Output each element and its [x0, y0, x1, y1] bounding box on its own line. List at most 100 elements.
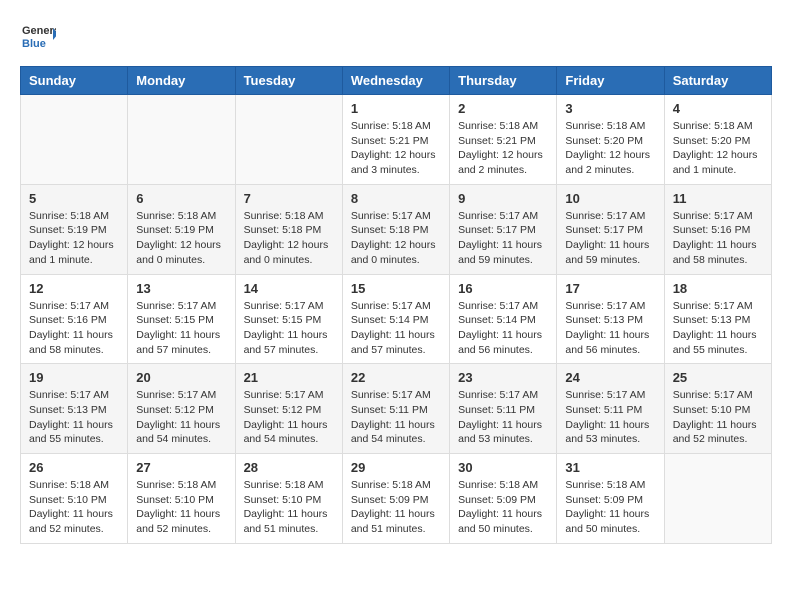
day-number: 20 — [136, 370, 226, 385]
day-info: Sunrise: 5:18 AMSunset: 5:09 PMDaylight:… — [351, 478, 441, 537]
calendar-header-row: SundayMondayTuesdayWednesdayThursdayFrid… — [21, 67, 772, 95]
calendar-cell: 24Sunrise: 5:17 AMSunset: 5:11 PMDayligh… — [557, 364, 664, 454]
calendar-cell: 13Sunrise: 5:17 AMSunset: 5:15 PMDayligh… — [128, 274, 235, 364]
day-info: Sunrise: 5:18 AMSunset: 5:10 PMDaylight:… — [136, 478, 226, 537]
day-info: Sunrise: 5:17 AMSunset: 5:18 PMDaylight:… — [351, 209, 441, 268]
day-info: Sunrise: 5:17 AMSunset: 5:17 PMDaylight:… — [565, 209, 655, 268]
day-number: 16 — [458, 281, 548, 296]
day-number: 1 — [351, 101, 441, 116]
calendar-cell: 12Sunrise: 5:17 AMSunset: 5:16 PMDayligh… — [21, 274, 128, 364]
day-header-tuesday: Tuesday — [235, 67, 342, 95]
calendar-cell: 14 Sunrise: 5:17 AMSunset: 5:15 PMDayligh… — [235, 274, 342, 364]
day-info: Sunrise: 5:17 AMSunset: 5:15 PMDaylight:… — [244, 299, 334, 358]
day-number: 4 — [673, 101, 763, 116]
day-number: 29 — [351, 460, 441, 475]
calendar-cell: 23 Sunrise: 5:17 AMSunset: 5:11 PMDayligh… — [450, 364, 557, 454]
calendar-cell: 4 Sunrise: 5:18 AMSunset: 5:20 PMDaylight… — [664, 95, 771, 185]
day-number: 23 — [458, 370, 548, 385]
day-info: Sunrise: 5:17 AMSunset: 5:12 PMDaylight:… — [136, 388, 226, 447]
day-info: Sunrise: 5:17 AMSunset: 5:11 PMDaylight:… — [458, 388, 548, 447]
day-header-saturday: Saturday — [664, 67, 771, 95]
calendar-week-row: 26 Sunrise: 5:18 AMSunset: 5:10 PMDayligh… — [21, 454, 772, 544]
day-info: Sunrise: 5:18 AMSunset: 5:21 PMDaylight:… — [458, 119, 548, 178]
calendar-cell: 6Sunrise: 5:18 AMSunset: 5:19 PMDaylight… — [128, 184, 235, 274]
calendar-cell: 19Sunrise: 5:17 AMSunset: 5:13 PMDayligh… — [21, 364, 128, 454]
day-info: Sunrise: 5:17 AMSunset: 5:14 PMDaylight:… — [351, 299, 441, 358]
day-number: 8 — [351, 191, 441, 206]
calendar-cell: 28 Sunrise: 5:18 AMSunset: 5:10 PMDayligh… — [235, 454, 342, 544]
calendar-week-row: 12Sunrise: 5:17 AMSunset: 5:16 PMDayligh… — [21, 274, 772, 364]
header: General Blue — [20, 20, 772, 56]
calendar-cell: 29 Sunrise: 5:18 AMSunset: 5:09 PMDayligh… — [342, 454, 449, 544]
calendar-cell: 30Sunrise: 5:18 AMSunset: 5:09 PMDayligh… — [450, 454, 557, 544]
calendar-cell: 20 Sunrise: 5:17 AMSunset: 5:12 PMDayligh… — [128, 364, 235, 454]
day-info: Sunrise: 5:17 AMSunset: 5:11 PMDaylight:… — [351, 388, 441, 447]
logo-svg: General Blue — [20, 20, 56, 56]
day-info: Sunrise: 5:17 AMSunset: 5:10 PMDaylight:… — [673, 388, 763, 447]
logo: General Blue — [20, 20, 56, 56]
day-header-sunday: Sunday — [21, 67, 128, 95]
day-info: Sunrise: 5:18 AMSunset: 5:21 PMDaylight:… — [351, 119, 441, 178]
day-number: 15 — [351, 281, 441, 296]
calendar-cell: 1 Sunrise: 5:18 AMSunset: 5:21 PMDaylight… — [342, 95, 449, 185]
calendar-week-row: 19Sunrise: 5:17 AMSunset: 5:13 PMDayligh… — [21, 364, 772, 454]
calendar-cell: 25 Sunrise: 5:17 AMSunset: 5:10 PMDayligh… — [664, 364, 771, 454]
calendar-cell: 8 Sunrise: 5:17 AMSunset: 5:18 PMDaylight… — [342, 184, 449, 274]
day-info: Sunrise: 5:18 AMSunset: 5:10 PMDaylight:… — [244, 478, 334, 537]
day-header-thursday: Thursday — [450, 67, 557, 95]
calendar-cell: 10 Sunrise: 5:17 AMSunset: 5:17 PMDayligh… — [557, 184, 664, 274]
calendar-cell: 21Sunrise: 5:17 AMSunset: 5:12 PMDayligh… — [235, 364, 342, 454]
day-number: 10 — [565, 191, 655, 206]
day-info: Sunrise: 5:18 AMSunset: 5:19 PMDaylight:… — [29, 209, 119, 268]
calendar-cell: 18 Sunrise: 5:17 AMSunset: 5:13 PMDayligh… — [664, 274, 771, 364]
day-number: 3 — [565, 101, 655, 116]
calendar-cell: 7 Sunrise: 5:18 AMSunset: 5:18 PMDaylight… — [235, 184, 342, 274]
day-number: 9 — [458, 191, 548, 206]
day-number: 18 — [673, 281, 763, 296]
calendar-cell — [128, 95, 235, 185]
calendar-cell: 16 Sunrise: 5:17 AMSunset: 5:14 PMDayligh… — [450, 274, 557, 364]
calendar-cell: 15 Sunrise: 5:17 AMSunset: 5:14 PMDayligh… — [342, 274, 449, 364]
day-info: Sunrise: 5:18 AMSunset: 5:18 PMDaylight:… — [244, 209, 334, 268]
calendar-cell: 31Sunrise: 5:18 AMSunset: 5:09 PMDayligh… — [557, 454, 664, 544]
day-number: 27 — [136, 460, 226, 475]
day-number: 31 — [565, 460, 655, 475]
day-info: Sunrise: 5:17 AMSunset: 5:11 PMDaylight:… — [565, 388, 655, 447]
calendar-cell — [235, 95, 342, 185]
day-info: Sunrise: 5:18 AMSunset: 5:20 PMDaylight:… — [673, 119, 763, 178]
day-header-wednesday: Wednesday — [342, 67, 449, 95]
calendar-cell — [21, 95, 128, 185]
day-header-friday: Friday — [557, 67, 664, 95]
svg-text:Blue: Blue — [22, 38, 46, 50]
calendar-cell: 27 Sunrise: 5:18 AMSunset: 5:10 PMDayligh… — [128, 454, 235, 544]
calendar-cell: 5Sunrise: 5:18 AMSunset: 5:19 PMDaylight… — [21, 184, 128, 274]
day-info: Sunrise: 5:18 AMSunset: 5:19 PMDaylight:… — [136, 209, 226, 268]
calendar: SundayMondayTuesdayWednesdayThursdayFrid… — [20, 66, 772, 544]
day-number: 17 — [565, 281, 655, 296]
calendar-cell: 22Sunrise: 5:17 AMSunset: 5:11 PMDayligh… — [342, 364, 449, 454]
day-info: Sunrise: 5:17 AMSunset: 5:14 PMDaylight:… — [458, 299, 548, 358]
calendar-week-row: 1 Sunrise: 5:18 AMSunset: 5:21 PMDaylight… — [21, 95, 772, 185]
day-number: 7 — [244, 191, 334, 206]
day-info: Sunrise: 5:18 AMSunset: 5:10 PMDaylight:… — [29, 478, 119, 537]
calendar-cell: 3Sunrise: 5:18 AMSunset: 5:20 PMDaylight… — [557, 95, 664, 185]
day-header-monday: Monday — [128, 67, 235, 95]
calendar-cell: 2Sunrise: 5:18 AMSunset: 5:21 PMDaylight… — [450, 95, 557, 185]
day-number: 25 — [673, 370, 763, 385]
day-number: 14 — [244, 281, 334, 296]
day-number: 26 — [29, 460, 119, 475]
day-number: 28 — [244, 460, 334, 475]
day-info: Sunrise: 5:18 AMSunset: 5:09 PMDaylight:… — [458, 478, 548, 537]
day-info: Sunrise: 5:17 AMSunset: 5:15 PMDaylight:… — [136, 299, 226, 358]
calendar-week-row: 5Sunrise: 5:18 AMSunset: 5:19 PMDaylight… — [21, 184, 772, 274]
day-number: 19 — [29, 370, 119, 385]
calendar-cell: 17 Sunrise: 5:17 AMSunset: 5:13 PMDayligh… — [557, 274, 664, 364]
day-info: Sunrise: 5:17 AMSunset: 5:16 PMDaylight:… — [29, 299, 119, 358]
day-info: Sunrise: 5:17 AMSunset: 5:13 PMDaylight:… — [673, 299, 763, 358]
day-number: 11 — [673, 191, 763, 206]
day-info: Sunrise: 5:17 AMSunset: 5:12 PMDaylight:… — [244, 388, 334, 447]
calendar-cell — [664, 454, 771, 544]
day-info: Sunrise: 5:17 AMSunset: 5:16 PMDaylight:… — [673, 209, 763, 268]
calendar-cell: 9Sunrise: 5:17 AMSunset: 5:17 PMDaylight… — [450, 184, 557, 274]
day-info: Sunrise: 5:17 AMSunset: 5:13 PMDaylight:… — [565, 299, 655, 358]
